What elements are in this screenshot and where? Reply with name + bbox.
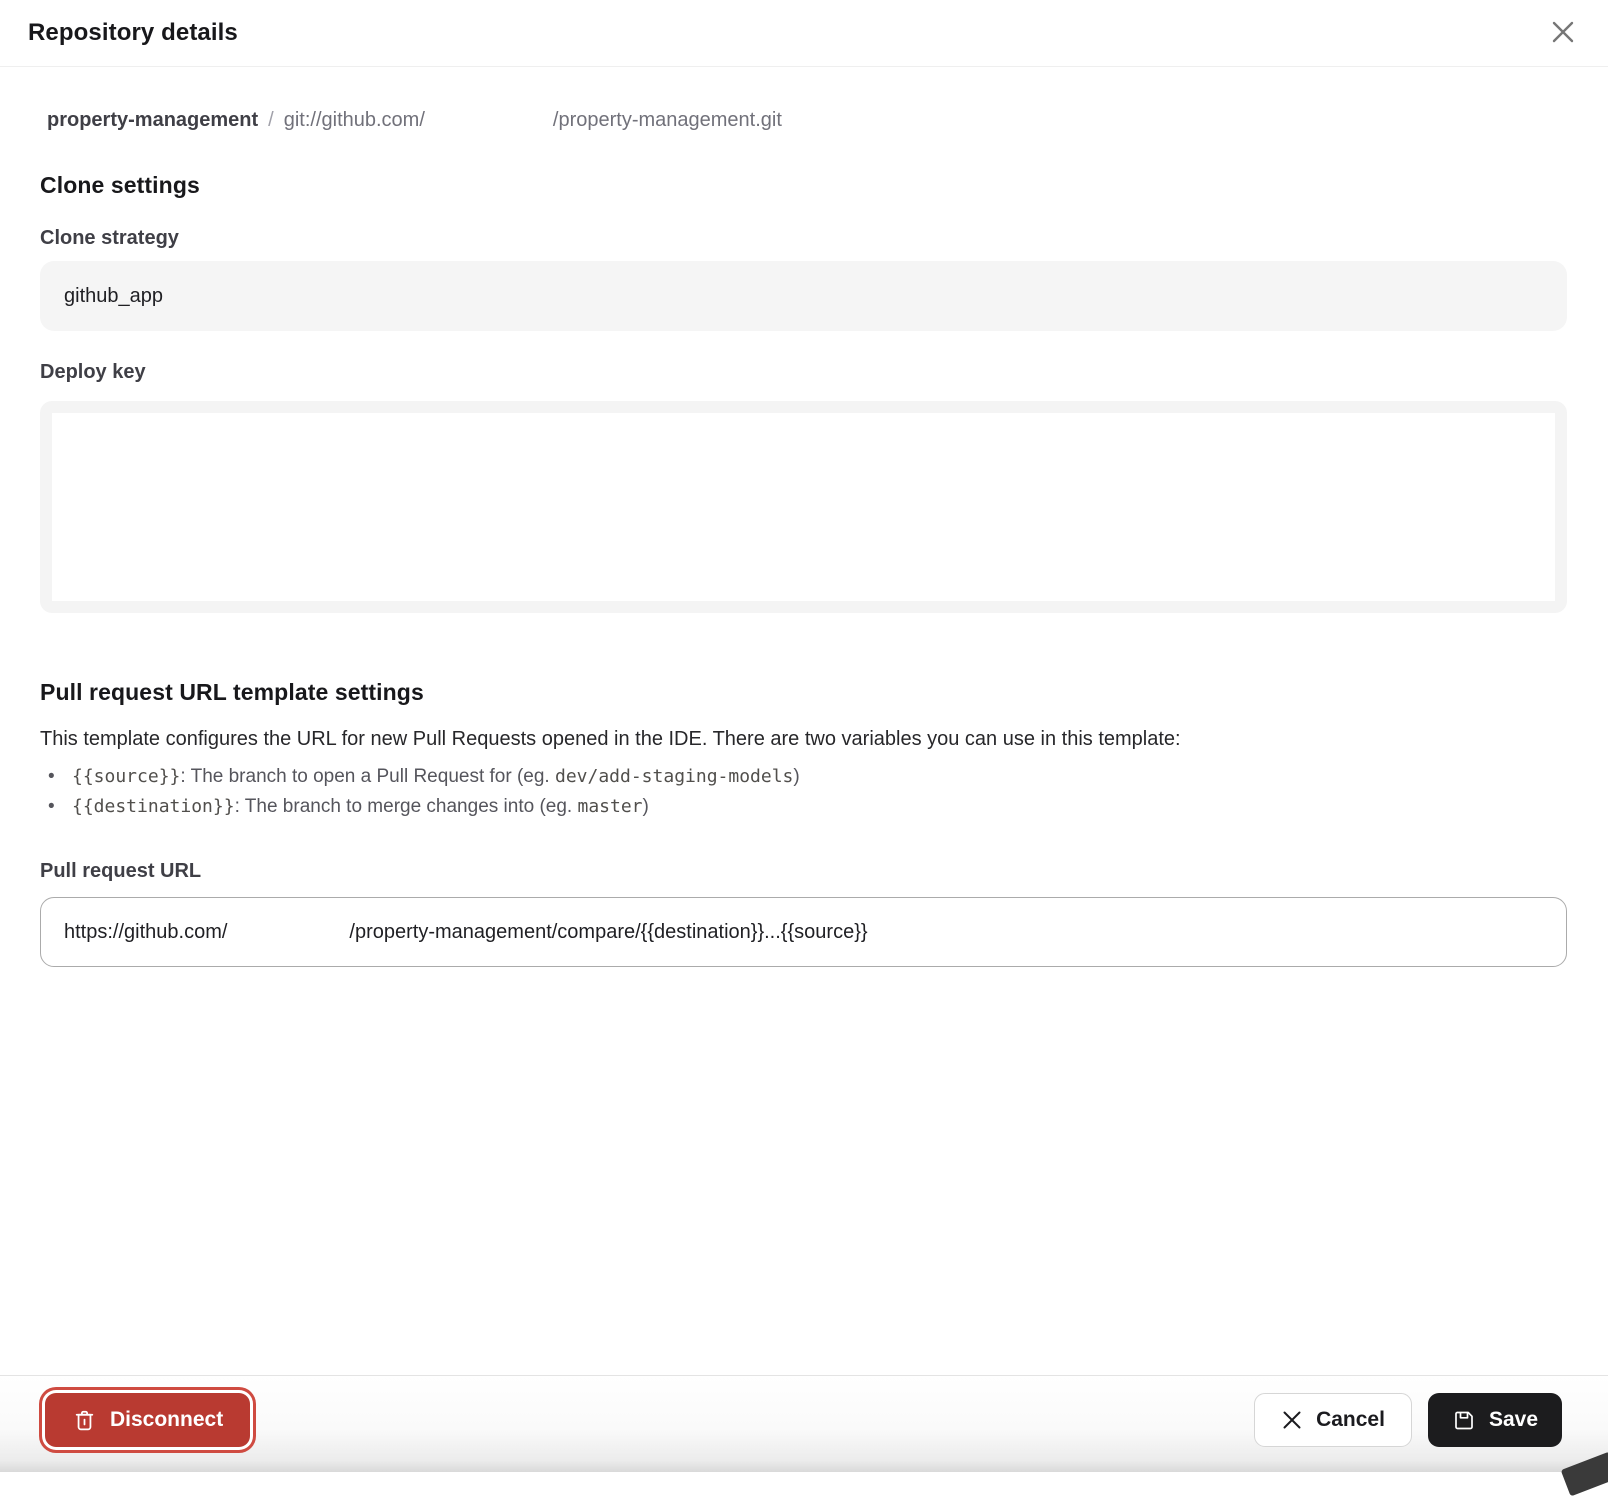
destination-variable-text: : The branch to merge changes into (eg. xyxy=(235,796,578,817)
modal-body: property-management / git://github.com/ … xyxy=(0,106,1608,967)
save-floppy-icon xyxy=(1452,1408,1476,1432)
clone-strategy-field: github_app xyxy=(40,261,1567,331)
close-button[interactable] xyxy=(1545,15,1581,51)
cancel-button[interactable]: Cancel xyxy=(1254,1393,1412,1447)
save-button[interactable]: Save xyxy=(1428,1393,1562,1447)
destination-variable-close: ) xyxy=(643,796,649,817)
pr-template-variable-list: {{source}}: The branch to open a Pull Re… xyxy=(40,762,1567,822)
breadcrumb-remote-url-suffix: /property-management.git xyxy=(553,106,782,134)
deploy-key-label: Deploy key xyxy=(40,359,1567,385)
pull-request-url-prefix: https://github.com/ xyxy=(64,921,227,944)
close-icon xyxy=(1548,17,1578,50)
pull-request-url-label: Pull request URL xyxy=(40,858,1567,884)
source-variable-item: {{source}}: The branch to open a Pull Re… xyxy=(40,762,1567,792)
clone-strategy-label: Clone strategy xyxy=(40,225,1567,251)
redacted-org-gap xyxy=(227,932,349,933)
background-corner-artifact xyxy=(1561,1452,1608,1496)
pr-template-description: This template configures the URL for new… xyxy=(40,724,1567,754)
modal-footer: Disconnect Cancel Save xyxy=(0,1375,1608,1472)
footer-actions: Cancel Save xyxy=(1254,1393,1562,1447)
cancel-x-icon xyxy=(1281,1409,1303,1431)
breadcrumb-repo-name: property-management xyxy=(47,106,258,134)
disconnect-button[interactable]: Disconnect xyxy=(45,1393,250,1447)
disconnect-button-label: Disconnect xyxy=(110,1408,223,1432)
pull-request-url-input[interactable]: https://github.com/ /property-management… xyxy=(40,897,1567,967)
repository-details-modal: Repository details property-management /… xyxy=(0,0,1608,967)
source-variable-code: {{source}} xyxy=(72,766,180,787)
breadcrumb-separator: / xyxy=(268,106,274,134)
save-button-label: Save xyxy=(1489,1408,1538,1432)
breadcrumb-remote-url-prefix: git://github.com/ xyxy=(284,106,425,134)
clone-strategy-value: github_app xyxy=(64,285,163,308)
trash-icon xyxy=(72,1408,97,1433)
clone-settings-heading: Clone settings xyxy=(40,172,1567,199)
destination-variable-code: {{destination}} xyxy=(72,796,235,817)
source-variable-example: dev/add-staging-models xyxy=(555,766,793,787)
source-variable-close: ) xyxy=(793,766,799,787)
deploy-key-input[interactable] xyxy=(40,401,1567,613)
pull-request-url-suffix: /property-management/compare/{{destinati… xyxy=(349,921,867,944)
modal-title: Repository details xyxy=(28,19,238,47)
modal-header: Repository details xyxy=(0,0,1608,67)
source-variable-text: : The branch to open a Pull Request for … xyxy=(180,766,555,787)
cancel-button-label: Cancel xyxy=(1316,1408,1385,1432)
redacted-org-gap xyxy=(425,125,553,126)
destination-variable-item: {{destination}}: The branch to merge cha… xyxy=(40,792,1567,822)
destination-variable-example: master xyxy=(577,796,642,817)
breadcrumb: property-management / git://github.com/ … xyxy=(40,106,1567,134)
pr-template-settings-heading: Pull request URL template settings xyxy=(40,679,1567,706)
